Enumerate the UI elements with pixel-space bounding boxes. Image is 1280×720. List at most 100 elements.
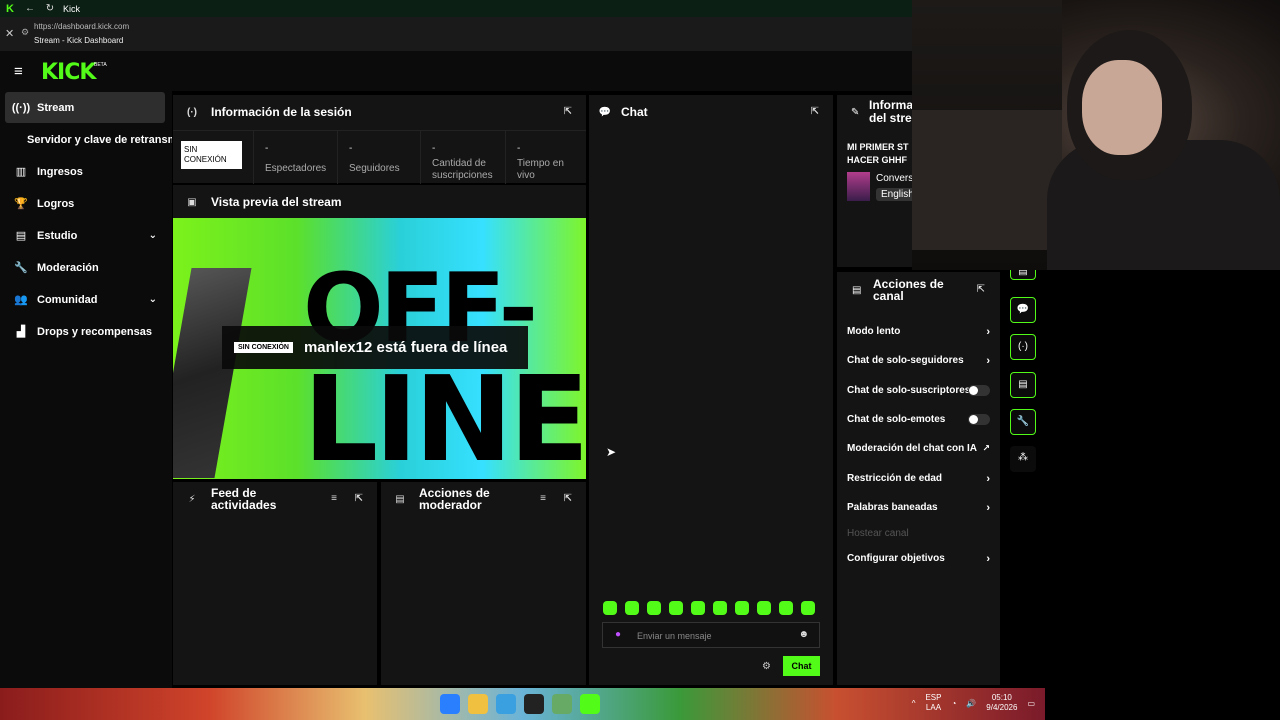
chat-input[interactable]: ● Enviar un mensaje ☻ — [602, 622, 820, 648]
webcam-overlay — [912, 0, 1280, 270]
wrench-icon[interactable]: 🔧 — [1010, 409, 1036, 435]
close-icon[interactable]: ✕ — [5, 27, 14, 40]
emote[interactable] — [625, 601, 639, 615]
reload-icon[interactable]: ↻ — [43, 2, 57, 16]
emote[interactable] — [757, 601, 771, 615]
session-stats: SIN CONEXIÓN - Espectadores - Seguidores… — [173, 130, 586, 184]
gear-icon[interactable]: ⚙ — [762, 661, 771, 672]
filter-icon[interactable]: ≡ — [331, 493, 337, 504]
action-configure-goals[interactable]: Configurar objetivos › — [847, 553, 990, 565]
window-title-bar: K ← ↻ Kick — [0, 0, 912, 17]
page-title: Stream - Kick Dashboard — [34, 36, 124, 45]
broadcast-icon: ((·)) — [11, 101, 31, 114]
emote[interactable] — [779, 601, 793, 615]
channel-actions-panel: ▤ Acciones de canal ⇱ Modo lento › Chat de… — [837, 272, 1000, 685]
emote[interactable] — [801, 601, 815, 615]
emote[interactable] — [669, 601, 683, 615]
emote[interactable] — [691, 601, 705, 615]
filter-icon[interactable]: ≡ — [540, 493, 546, 504]
chevron-up-icon[interactable]: ^ — [912, 699, 916, 708]
sidebar-item-label: Estudio — [37, 229, 78, 242]
kick-logo[interactable]: KICK — [41, 60, 96, 85]
sidebar-item-label: Drops y recompensas — [37, 325, 152, 338]
popout-icon[interactable]: ⇱ — [564, 493, 572, 504]
action-slow-mode[interactable]: Modo lento › — [847, 326, 990, 338]
panel-title: Acciones de moderador — [419, 486, 490, 512]
hamburger-menu-icon[interactable]: ≡ — [14, 63, 23, 80]
popout-icon[interactable]: ⇱ — [811, 106, 819, 117]
stream-preview-panel: ▣ Vista previa del stream OFF- LINE SIN … — [173, 185, 586, 479]
chevron-right-icon: › — [986, 501, 990, 514]
chat-bubble-icon[interactable]: 💬 — [1010, 297, 1036, 323]
stat-followers: - Seguidores — [337, 131, 420, 184]
action-subscribers-only[interactable]: Chat de solo-suscriptores — [847, 385, 990, 396]
sidebar-item-label: Ingresos — [37, 165, 83, 178]
browser-icon[interactable] — [496, 694, 516, 714]
sidebar-item-label: Stream — [37, 101, 75, 114]
taskbar: ^ ESP LAA ◔ 🔊 05:10 9/4/2026 ▭ — [0, 688, 1045, 720]
emote[interactable] — [603, 601, 617, 615]
file-explorer-icon[interactable] — [468, 694, 488, 714]
sidebar-item-comunidad[interactable]: 👥 Comunidad ⌄ — [5, 284, 165, 315]
emoji-icon[interactable]: ☻ — [798, 629, 809, 640]
action-emotes-only[interactable]: Chat de solo-emotes — [847, 414, 990, 425]
toggle-switch[interactable] — [968, 414, 990, 425]
sidebar-item-stream[interactable]: ((·)) Stream — [5, 92, 165, 123]
obs-icon[interactable] — [524, 694, 544, 714]
site-settings-icon[interactable]: ⚙ — [21, 27, 29, 38]
action-ai-moderation[interactable]: Moderación del chat con IA ↗ — [847, 443, 990, 454]
sidebar-item-drops[interactable]: ▟ Drops y recompensas — [5, 316, 165, 347]
channel-icon[interactable]: ▤ — [1010, 372, 1036, 398]
sidebar-item-ingresos[interactable]: ▥ Ingresos — [5, 156, 165, 187]
popout-icon[interactable]: ⇱ — [355, 493, 363, 504]
offline-message: manlex12 está fuera de línea — [303, 339, 508, 356]
panel-title: Informa del stre — [869, 98, 913, 125]
notification-icon[interactable]: ▭ — [1027, 699, 1035, 708]
popout-icon[interactable]: ⇱ — [977, 284, 985, 295]
clock[interactable]: 05:10 9/4/2026 — [986, 693, 1017, 713]
sidebar-item-logros[interactable]: 🏆 Logros — [5, 188, 165, 219]
emote[interactable] — [713, 601, 727, 615]
stat-live-time: - Tiempo en vivo — [505, 131, 586, 184]
action-followers-only[interactable]: Chat de solo-seguidores › — [847, 355, 990, 367]
emote[interactable] — [735, 601, 749, 615]
popout-icon[interactable]: ⇱ — [564, 106, 572, 117]
chat-bubble-icon: 💬 — [598, 106, 612, 118]
beta-label: BETA — [94, 62, 107, 68]
kick-app-icon[interactable] — [580, 694, 600, 714]
wifi-icon[interactable]: ◔ — [951, 699, 956, 708]
stream-title: MI PRIMER ST HACER GHHF — [847, 142, 909, 165]
sidebar-item-estudio[interactable]: ▤ Estudio ⌄ — [5, 220, 165, 251]
offline-badge: SIN CONEXIÓN — [181, 141, 242, 169]
emote[interactable] — [647, 601, 661, 615]
sidebar-item-label: Logros — [37, 197, 75, 210]
broadcast-icon[interactable]: (·) — [1010, 334, 1036, 360]
power-pole-illustration — [173, 268, 252, 478]
volume-icon[interactable]: 🔊 — [966, 699, 976, 708]
back-icon[interactable]: ← — [23, 2, 37, 16]
emote-bar — [603, 601, 815, 615]
language-indicator[interactable]: ESP LAA — [925, 693, 941, 713]
windows-start-icon[interactable] — [440, 694, 460, 714]
sidebar-item-label: Comunidad — [37, 293, 98, 306]
sidebar-item-server-key[interactable]: Servidor y clave de retransm — [27, 124, 172, 155]
monitor-icon: ▣ — [187, 196, 197, 208]
moderator-actions-panel: ▤ Acciones de moderador ≡ ⇱ — [381, 482, 586, 685]
mouse-cursor-icon: ➤ — [606, 445, 617, 459]
chart-icon: ▥ — [15, 166, 27, 178]
action-age-restriction[interactable]: Restricción de edad › — [847, 473, 990, 485]
sidebar-item-moderacion[interactable]: 🔧 Moderación — [5, 252, 165, 283]
action-banned-words[interactable]: Palabras baneadas › — [847, 501, 990, 514]
toggle-switch[interactable] — [968, 385, 990, 396]
microphone-icon[interactable]: ● — [615, 629, 621, 640]
community-icon[interactable]: ⁂ — [1010, 446, 1036, 472]
send-chat-button[interactable]: Chat — [783, 656, 820, 676]
app-icon[interactable] — [552, 694, 572, 714]
address-bar: ✕ ⚙ https://dashboard.kick.com Stream - … — [0, 17, 1045, 51]
system-tray: ^ ESP LAA ◔ 🔊 05:10 9/4/2026 ▭ — [912, 693, 1035, 713]
offline-screen: OFF- LINE SIN CONEXIÓN manlex12 está fue… — [173, 218, 586, 479]
url-text[interactable]: https://dashboard.kick.com — [34, 22, 129, 31]
broadcast-icon: (·) — [187, 106, 197, 118]
pencil-icon[interactable]: ✎ — [851, 107, 859, 118]
category-thumbnail — [847, 172, 870, 201]
